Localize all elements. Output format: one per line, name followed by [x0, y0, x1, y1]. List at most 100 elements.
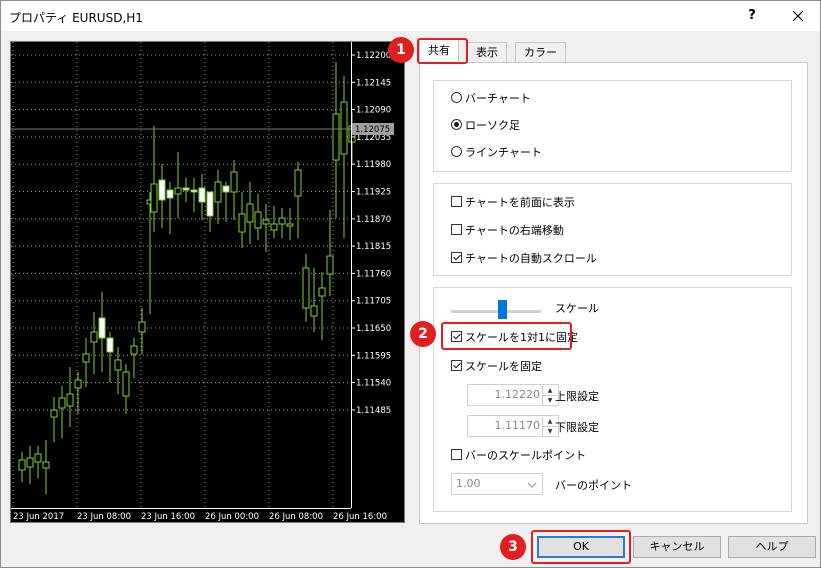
- radio-button-selected: [451, 119, 462, 130]
- title-bar: プロパティ EURUSD,H1 ?: [1, 1, 820, 31]
- candle-bear: [114, 359, 122, 371]
- price-label: 1.11925: [356, 188, 391, 198]
- candle-bear: [58, 397, 66, 409]
- radio-bar-chart[interactable]: バーチャート: [451, 91, 531, 107]
- checkbox-bar-scale[interactable]: バーのスケールポイント: [451, 448, 586, 464]
- checkbox-checked: [451, 331, 462, 342]
- candle-bear: [238, 213, 246, 233]
- bar-points-select[interactable]: 1.00: [451, 473, 543, 495]
- checkbox-chart-shift[interactable]: チャートの右端移動: [451, 223, 564, 239]
- price-label: 1.11705: [356, 297, 391, 307]
- candle-bear: [66, 393, 74, 407]
- candle-bear: [254, 211, 262, 229]
- chart-type-group: バーチャート ローソク足 ラインチャート: [433, 80, 792, 172]
- candle-bull: [206, 191, 214, 217]
- current-price-label: 1.12075: [355, 125, 390, 135]
- candle-bear: [262, 219, 270, 225]
- upper-limit-label: 上限設定: [555, 390, 599, 403]
- time-label: 26 Jun 08:00: [269, 512, 323, 522]
- candle-bull: [106, 337, 114, 353]
- candle-bear: [90, 331, 98, 343]
- tab-colors[interactable]: カラー: [515, 42, 566, 62]
- checkbox: [451, 196, 462, 207]
- price-label: 1.11540: [356, 379, 391, 389]
- price-label: 1.12200: [356, 51, 391, 61]
- close-button[interactable]: [785, 5, 811, 27]
- help-button[interactable]: ?: [739, 5, 765, 27]
- checkbox-auto-scroll[interactable]: チャートの自動スクロール: [451, 251, 597, 267]
- candle-bear: [294, 169, 302, 197]
- step-badge-1: 1: [388, 37, 414, 63]
- radio-button: [451, 146, 462, 157]
- candle-bear: [74, 379, 82, 389]
- candles: [18, 62, 356, 494]
- chart-grid: [11, 42, 351, 508]
- candle-bear: [326, 255, 334, 275]
- lower-limit-stepper[interactable]: 1.11170 ▲ ▼: [467, 415, 559, 437]
- candle-bear: [278, 217, 286, 225]
- candle-bull: [198, 187, 206, 203]
- upper-limit-stepper[interactable]: 1.12220 ▲ ▼: [467, 384, 559, 406]
- close-icon: [792, 10, 804, 22]
- radio-button: [451, 92, 462, 103]
- candle-bear: [270, 223, 278, 231]
- checkbox: [451, 224, 462, 235]
- radio-line-chart[interactable]: ラインチャート: [451, 145, 542, 161]
- radio-candlestick[interactable]: ローソク足: [451, 118, 520, 134]
- candle-bear: [26, 457, 34, 468]
- candle-bear: [214, 181, 222, 203]
- slider-thumb[interactable]: [498, 300, 507, 319]
- candle-bear: [340, 101, 348, 155]
- lower-limit-label: 下限設定: [555, 421, 599, 434]
- candle-bear: [230, 171, 238, 193]
- candle-bull: [98, 317, 106, 339]
- bar-points-value: 1.00: [456, 477, 481, 490]
- candle-bear: [332, 113, 340, 161]
- step-badge-3: 3: [500, 534, 526, 560]
- scale-slider[interactable]: [451, 300, 541, 319]
- tab-display[interactable]: 表示: [467, 42, 507, 62]
- window-title: プロパティ EURUSD,H1: [9, 11, 143, 25]
- checkbox-scale-fix[interactable]: スケールを固定: [451, 359, 542, 375]
- ok-button[interactable]: OK: [537, 536, 625, 558]
- help-dialog-button[interactable]: ヘルプ: [728, 536, 816, 558]
- price-label: 1.12090: [356, 106, 391, 116]
- price-label: 1.11980: [356, 160, 391, 170]
- price-label: 1.11870: [356, 215, 391, 225]
- candle-bear: [246, 203, 254, 223]
- candle-bear: [122, 371, 130, 397]
- cancel-button[interactable]: キャンセル: [633, 536, 721, 558]
- price-label: 1.11815: [356, 242, 391, 252]
- price-label: 1.11595: [356, 351, 391, 361]
- upper-limit-value: 1.12220: [494, 388, 541, 401]
- candle-bear: [286, 223, 294, 227]
- time-label: 26 Jun 16:00: [333, 512, 387, 522]
- candle-bear: [42, 461, 50, 469]
- checkbox-chart-foreground[interactable]: チャートを前面に表示: [451, 195, 575, 211]
- candle-bear: [34, 453, 42, 463]
- candle-bear: [174, 187, 182, 195]
- lower-limit-value: 1.11170: [494, 419, 541, 432]
- tab-common[interactable]: 共有: [419, 39, 459, 63]
- candle-bull: [190, 189, 198, 193]
- chart-preview: 1.12200 1.12145 1.12090 1.12035 1.11980 1.119…: [10, 41, 405, 523]
- candle-bull: [158, 179, 166, 201]
- candle-bear: [50, 409, 58, 418]
- time-axis: 23 Jun 2017 23 Jun 08:00 23 Jun 16:00 26 Ju…: [13, 512, 387, 522]
- step-badge-2: 2: [410, 321, 436, 347]
- candlestick-chart: 1.122001.121451.120901.120351.119801.119…: [11, 42, 394, 522]
- chart-options-group: チャートを前面に表示 チャートの右端移動 チャートの自動スクロール: [433, 183, 792, 276]
- time-label: 23 Jun 08:00: [77, 512, 131, 522]
- price-label: 1.11760: [356, 269, 391, 279]
- candle-bear: [150, 183, 158, 213]
- candle-bear: [310, 305, 318, 317]
- time-label: 23 Jun 16:00: [141, 512, 195, 522]
- price-label: 1.11650: [356, 324, 391, 334]
- candle-bear: [130, 345, 138, 355]
- properties-dialog: プロパティ EURUSD,H1 ? 1.12200 1.12145 1.12090 1…: [0, 0, 821, 568]
- scale-group: スケール スケールを1対1に固定 スケールを固定 1.12220 ▲ ▼ 上限設…: [433, 287, 792, 512]
- price-label: 1.11485: [356, 406, 391, 416]
- checkbox: [451, 449, 462, 460]
- price-axis: 1.122001.121451.120901.120351.119801.119…: [351, 51, 391, 416]
- checkbox-scale-1to1[interactable]: スケールを1対1に固定: [451, 330, 578, 346]
